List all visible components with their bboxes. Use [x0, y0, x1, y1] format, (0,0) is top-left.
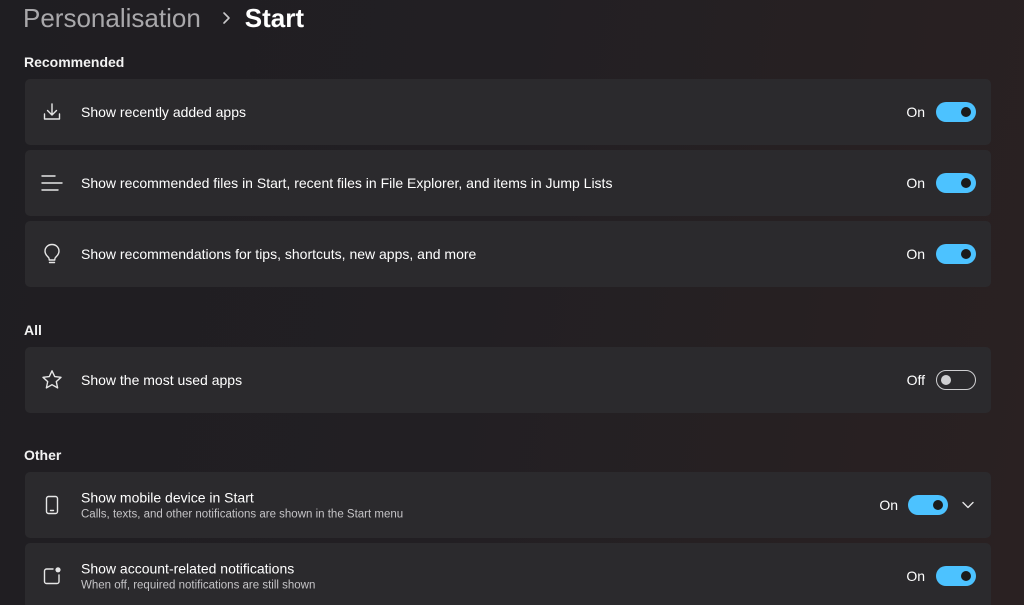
- toggle-state-text: On: [906, 175, 925, 191]
- section-title-recommended: Recommended: [24, 54, 125, 70]
- setting-row-mobile-device[interactable]: Show mobile device in Start Calls, texts…: [25, 472, 991, 538]
- toggle-state-text: On: [879, 497, 898, 513]
- page-title: Start: [244, 2, 305, 33]
- breadcrumb: Personalisation Start: [23, 2, 304, 34]
- breadcrumb-parent[interactable]: Personalisation: [23, 3, 201, 34]
- setting-label: Show the most used apps: [81, 372, 243, 388]
- toggle-switch[interactable]: [936, 173, 976, 193]
- setting-row-tips[interactable]: Show recommendations for tips, shortcuts…: [25, 221, 991, 287]
- section-title-other: Other: [24, 447, 62, 463]
- setting-row-recent-apps[interactable]: Show recently added apps On: [25, 79, 991, 145]
- setting-description: When off, required notifications are sti…: [81, 579, 316, 592]
- setting-label: Show recommendations for tips, shortcuts…: [81, 246, 477, 262]
- setting-row-recommended-files[interactable]: Show recommended files in Start, recent …: [25, 150, 991, 216]
- lightbulb-icon: [41, 243, 63, 265]
- setting-description: Calls, texts, and other notifications ar…: [81, 508, 404, 521]
- toggle-state-text: On: [906, 104, 925, 120]
- setting-row-account-notifications[interactable]: Show account-related notifications When …: [25, 543, 991, 605]
- setting-row-most-used[interactable]: Show the most used apps Off: [25, 347, 991, 413]
- download-icon: [41, 101, 63, 123]
- toggle-switch[interactable]: [936, 566, 976, 586]
- setting-label: Show recently added apps: [81, 104, 246, 120]
- star-icon: [41, 369, 63, 391]
- notification-badge-icon: [41, 565, 63, 587]
- chevron-down-icon[interactable]: [961, 498, 975, 512]
- toggle-state-text: On: [906, 568, 925, 584]
- toggle-switch[interactable]: [936, 102, 976, 122]
- section-title-all: All: [24, 322, 42, 338]
- toggle-switch[interactable]: [908, 495, 948, 515]
- toggle-state-text: On: [906, 246, 925, 262]
- toggle-switch[interactable]: [936, 370, 976, 390]
- toggle-state-text: Off: [906, 372, 925, 388]
- setting-label: Show mobile device in Start: [81, 489, 254, 506]
- chevron-right-icon: [221, 11, 231, 25]
- toggle-switch[interactable]: [936, 244, 976, 264]
- phone-icon: [41, 494, 63, 516]
- list-lines-icon: [41, 172, 63, 194]
- setting-label: Show account-related notifications: [81, 560, 295, 577]
- setting-label: Show recommended files in Start, recent …: [81, 175, 613, 191]
